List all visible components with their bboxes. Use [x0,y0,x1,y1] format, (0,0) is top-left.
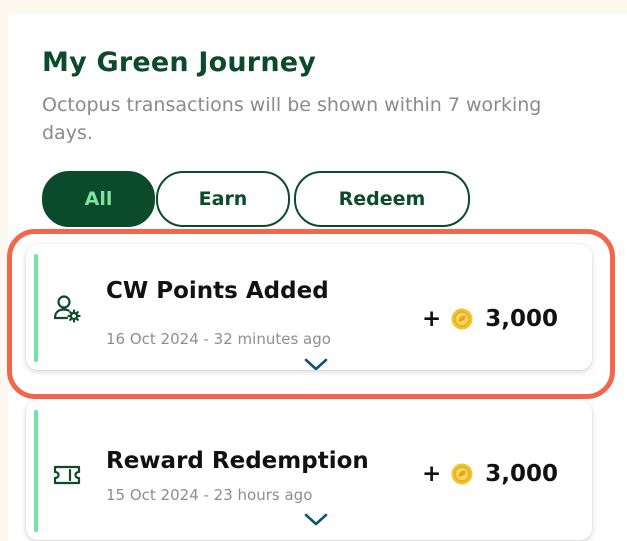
page-subtitle: Octopus transactions will be shown withi… [42,94,542,144]
user-gear-icon [52,294,82,324]
points-sign: + [421,461,442,487]
card-accent-bar [34,254,38,362]
transaction-card-cw-points[interactable]: CW Points Added 16 Oct 2024 - 32 minutes… [26,244,592,370]
coin-icon [451,308,473,330]
transaction-date: 15 Oct 2024 - 23 hours ago [106,486,313,504]
transaction-points: + 3,000 [422,306,558,332]
ticket-icon [52,460,82,490]
filter-redeem-button[interactable]: Redeem [294,171,470,227]
transaction-points: + 3,000 [422,461,558,487]
transaction-card-reward-redemption[interactable]: Reward Redemption 15 Oct 2024 - 23 hours… [26,400,592,540]
page-title: My Green Journey [42,47,317,78]
card-accent-bar [34,410,38,532]
transaction-date: 16 Oct 2024 - 32 minutes ago [106,330,331,348]
filter-all-button[interactable]: All [42,171,155,227]
coin-icon [451,463,473,485]
points-sign: + [421,306,442,332]
transaction-title: Reward Redemption [106,448,369,474]
transaction-title: CW Points Added [106,278,329,304]
points-value: 3,000 [485,461,558,487]
points-value: 3,000 [485,306,558,332]
chevron-down-icon[interactable] [303,512,329,528]
filter-earn-button[interactable]: Earn [156,171,290,227]
chevron-down-icon[interactable] [303,357,329,370]
